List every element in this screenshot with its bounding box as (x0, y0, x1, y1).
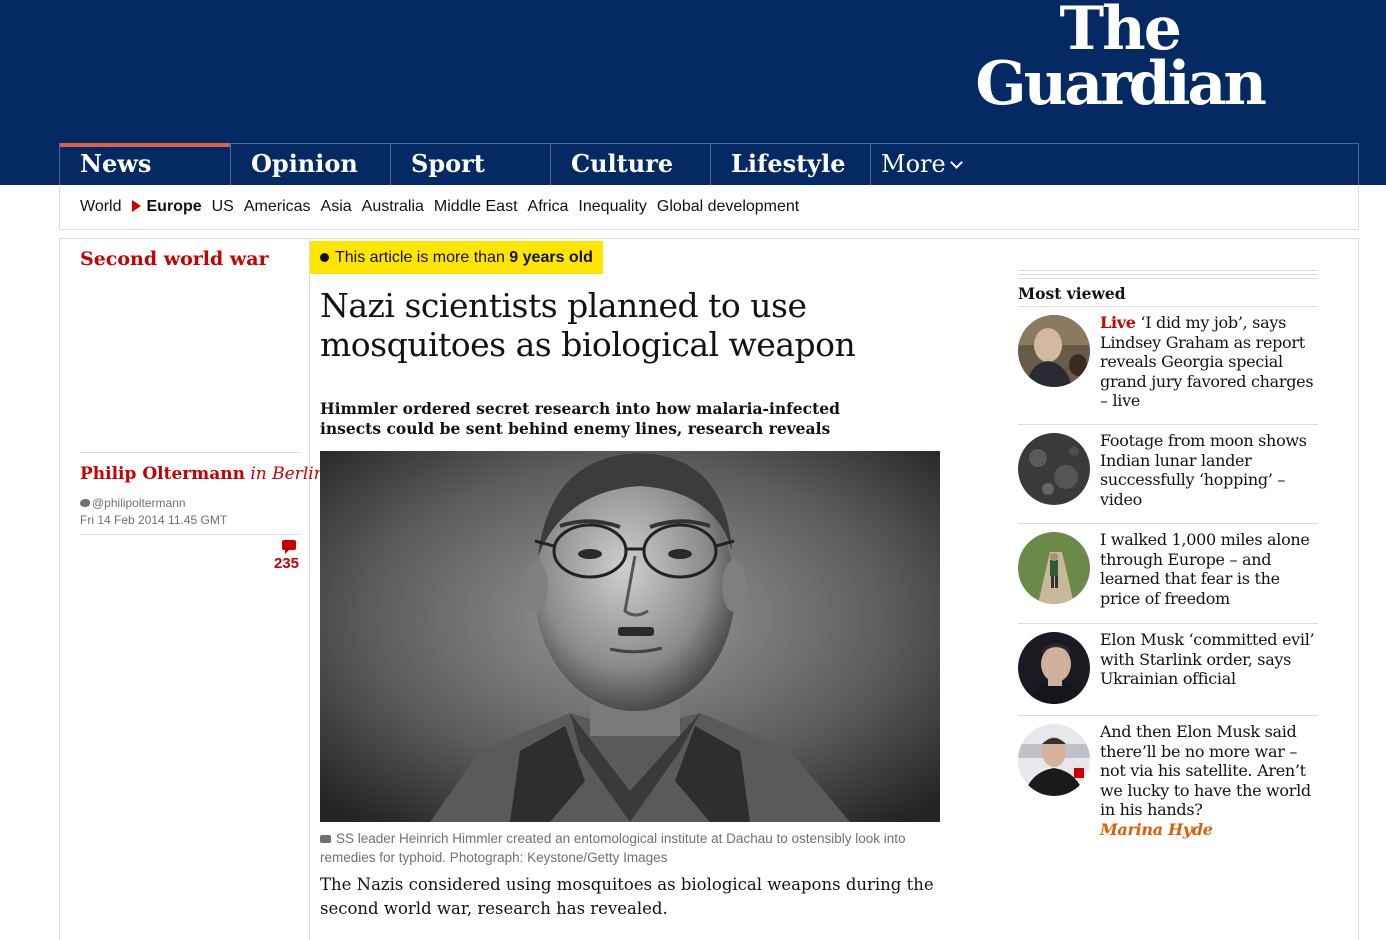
guardian-logo[interactable]: The Guardian (975, 0, 1267, 120)
author-link[interactable]: Philip Oltermann (80, 464, 245, 484)
column-divider (309, 239, 310, 940)
most-viewed-title: Most viewed (1018, 284, 1126, 303)
standfirst: Himmler ordered secret research into how… (320, 399, 840, 438)
most-viewed-headline: Live ‘I did my job’, says Lindsey Graham… (1100, 313, 1318, 411)
byline-rule (80, 452, 299, 453)
age-warning-prefix: This article is more than (335, 249, 505, 266)
frame-right-border (1358, 239, 1359, 940)
most-viewed-item[interactable]: Live ‘I did my job’, says Lindsey Graham… (1018, 306, 1318, 425)
most-viewed-thumbnail (1018, 433, 1090, 505)
byline: Philip Oltermann in Berlin (80, 464, 325, 484)
current-section-arrow-icon (131, 199, 141, 212)
most-viewed-item[interactable]: And then Elon Musk said there’ll be no m… (1018, 715, 1318, 846)
masthead: The Guardian News Opinion Sport Culture … (0, 0, 1386, 185)
double-rule-divider (59, 229, 1359, 239)
camera-icon (320, 835, 331, 843)
comment-count[interactable]: 235 (274, 555, 299, 572)
subnav-inequality[interactable]: Inequality (578, 198, 647, 216)
most-viewed-thumbnail (1018, 315, 1090, 387)
pillar-opinion[interactable]: Opinion (231, 144, 391, 185)
subnav-europe-label: Europe (146, 198, 202, 215)
subnav-global-development[interactable]: Global development (657, 198, 799, 216)
sub-navigation: World Europe US Americas Asia Australia … (59, 185, 1359, 229)
most-viewed-thumbnail (1018, 532, 1090, 604)
twitter-handle[interactable]: @philipoltermann (80, 496, 186, 510)
most-viewed-item[interactable]: I walked 1,000 miles alone through Europ… (1018, 523, 1318, 624)
most-viewed-item[interactable]: Footage from moon shows Indian lunar lan… (1018, 424, 1318, 524)
subnav-world[interactable]: World (80, 198, 122, 216)
logo-line-2: Guardian (975, 49, 1267, 120)
pillar-sport[interactable]: Sport (391, 144, 551, 185)
most-viewed-item[interactable]: Elon Musk ‘committed evil’ with Starlink… (1018, 623, 1318, 716)
subnav-europe[interactable]: Europe (131, 198, 202, 216)
most-viewed-headline: And then Elon Musk said there’ll be no m… (1100, 722, 1318, 839)
subnav-us[interactable]: US (212, 198, 234, 216)
main-article-image[interactable] (320, 451, 940, 822)
chevron-down-icon (949, 156, 963, 169)
most-viewed-thumbnail (1018, 632, 1090, 704)
twitter-handle-text: @philipoltermann (92, 496, 186, 510)
article-age-warning: This article is more than 9 years old (310, 241, 603, 274)
most-viewed-rules (1018, 270, 1318, 282)
caption-text: SS leader Heinrich Himmler created an en… (320, 831, 906, 865)
date-rule (80, 534, 299, 535)
image-caption: SS leader Heinrich Himmler created an en… (320, 829, 945, 867)
portrait-photo (320, 451, 940, 822)
subnav-africa[interactable]: Africa (528, 198, 569, 216)
more-menu-button[interactable]: More (871, 144, 1011, 185)
headline: Nazi scientists planned to use mosquitoe… (320, 286, 856, 364)
most-viewed-headline: Elon Musk ‘committed evil’ with Starlink… (1100, 630, 1315, 688)
author-location: in Berlin (250, 464, 325, 484)
most-viewed-headline: Footage from moon shows Indian lunar lan… (1100, 431, 1307, 509)
comment-icon[interactable] (282, 540, 296, 554)
age-warning-age: 9 years old (509, 249, 593, 266)
frame-left-border (59, 239, 60, 940)
pillar-culture[interactable]: Culture (551, 144, 711, 185)
most-viewed-thumbnail (1018, 724, 1090, 796)
most-viewed-headline: I walked 1,000 miles alone through Europ… (1100, 530, 1310, 608)
pillar-nav: News Opinion Sport Culture Lifestyle Mor… (59, 143, 1359, 185)
pillar-news[interactable]: News (60, 143, 231, 185)
publish-date: Fri 14 Feb 2014 11.45 GMT (80, 513, 228, 527)
subnav-australia[interactable]: Australia (362, 198, 424, 216)
most-viewed-headline-text: And then Elon Musk said there’ll be no m… (1100, 722, 1311, 819)
twitter-icon (80, 499, 90, 507)
pillar-lifestyle[interactable]: Lifestyle (711, 144, 871, 185)
clock-icon (320, 253, 329, 262)
subnav-middle-east[interactable]: Middle East (434, 198, 518, 216)
article-body-first-paragraph: The Nazis considered using mosquitoes as… (320, 875, 934, 918)
subnav-americas[interactable]: Americas (244, 198, 311, 216)
section-tag[interactable]: Second world war (80, 248, 269, 270)
subnav-asia[interactable]: Asia (321, 198, 352, 216)
opinion-author: Marina Hyde (1100, 819, 1213, 839)
live-label: Live (1100, 313, 1136, 332)
more-label: More (881, 150, 946, 178)
